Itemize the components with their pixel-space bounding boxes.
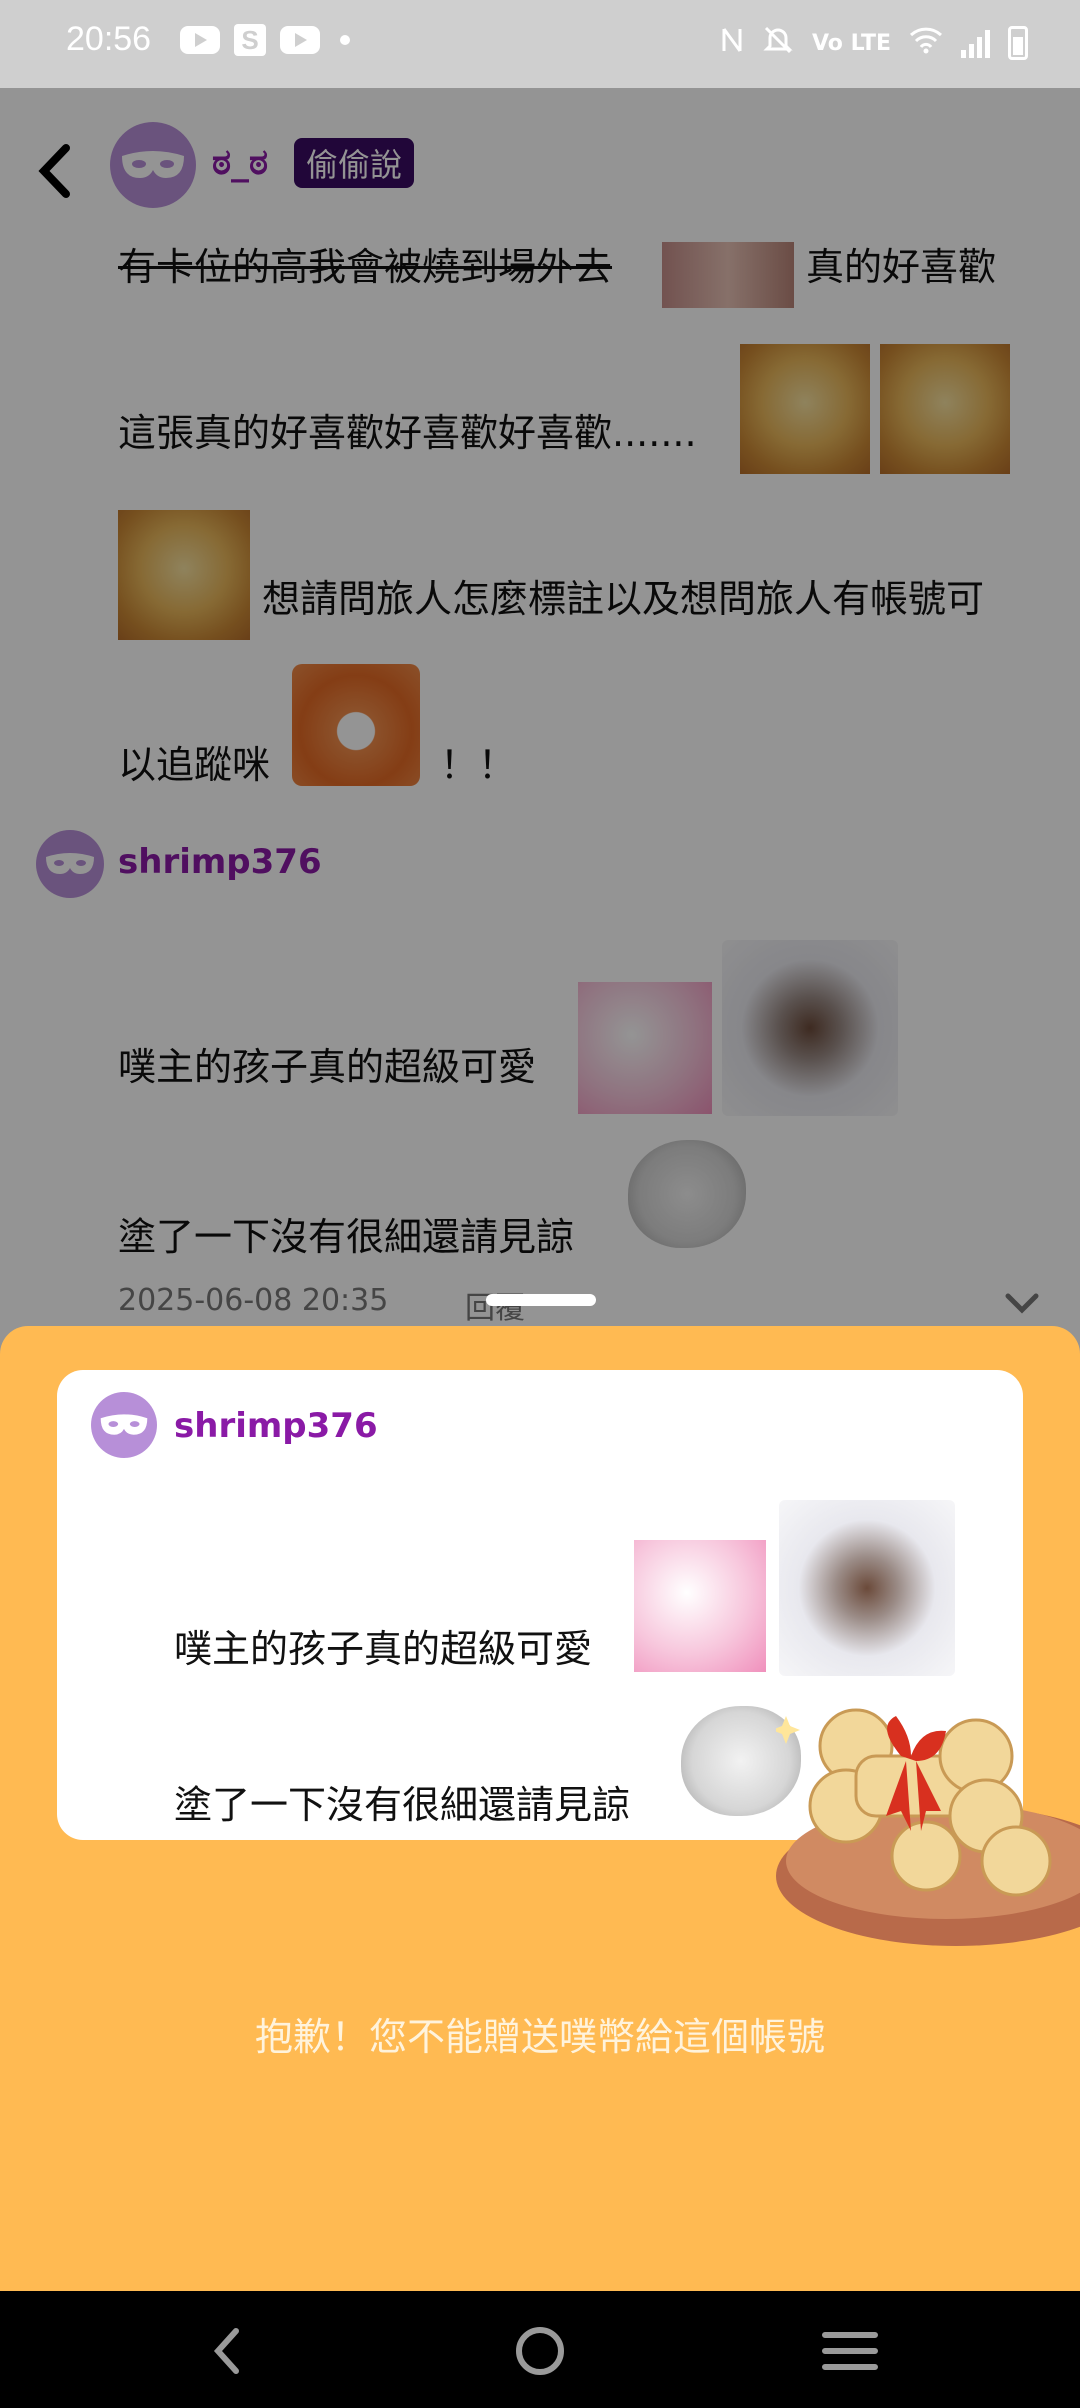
comment-timestamp: 2025-06-08 20:35 bbox=[118, 1283, 389, 1318]
home-icon[interactable] bbox=[490, 2311, 590, 2391]
back-arrow-icon[interactable] bbox=[30, 136, 80, 206]
quoted-line-1: 噗主的孩子真的超級可愛 bbox=[174, 1627, 593, 1671]
mask-icon bbox=[46, 853, 94, 874]
avatar[interactable] bbox=[110, 122, 196, 208]
post-line-3: 想請問旅人怎麼標註以及想問旅人有帳號可 bbox=[262, 577, 985, 621]
mask-icon bbox=[100, 1414, 148, 1435]
signal-icon bbox=[961, 28, 990, 58]
post-line-strikethrough: 有卡位的高我會被燒到場外去 bbox=[118, 245, 613, 289]
comment-avatar[interactable] bbox=[36, 830, 104, 898]
youtube-icon bbox=[280, 26, 320, 54]
comment-line-1: 噗主的孩子真的超級可愛 bbox=[118, 1045, 537, 1089]
post-line-4: 以追蹤咪 bbox=[118, 743, 271, 787]
comment-avatar bbox=[91, 1392, 157, 1458]
gift-sheet: shrimp376 噗主的孩子真的超級可愛 塗了一下沒有很細還請見諒 抱歉！您不… bbox=[0, 1326, 1080, 2291]
explosion-emoticon bbox=[880, 344, 1010, 474]
comment-line-2: 塗了一下沒有很細還請見諒 bbox=[118, 1215, 575, 1259]
gift-error-message: 抱歉！您不能贈送噗幣給這個帳號 bbox=[254, 2015, 825, 2059]
anime-drawing-image bbox=[722, 940, 898, 1116]
sheet-drag-handle[interactable] bbox=[486, 1294, 596, 1306]
emoticon-image bbox=[662, 242, 794, 308]
gray-sticker bbox=[628, 1140, 746, 1248]
status-bar: 20:56 S Vo LTE bbox=[0, 0, 1080, 88]
fox-sticker bbox=[292, 664, 420, 786]
bone-gift-illustration bbox=[776, 1708, 1080, 1946]
s-app-icon: S bbox=[234, 24, 266, 56]
back-icon[interactable] bbox=[178, 2311, 278, 2391]
chevron-down-icon[interactable] bbox=[1002, 1288, 1042, 1318]
mute-icon bbox=[762, 24, 794, 62]
menu-icon[interactable] bbox=[800, 2311, 900, 2391]
puppy-image bbox=[578, 982, 712, 1114]
system-nav-bar bbox=[0, 2291, 1080, 2408]
anonymous-badge: 偷偷說 bbox=[294, 138, 415, 188]
anime-drawing-image bbox=[779, 1500, 955, 1676]
comment-author[interactable]: shrimp376 bbox=[118, 842, 322, 882]
quoted-author: shrimp376 bbox=[174, 1406, 378, 1446]
post-author[interactable]: ಠ_ಠ bbox=[212, 142, 268, 184]
post-line-4-end: ！！ bbox=[440, 743, 517, 787]
puppy-image bbox=[634, 1540, 766, 1672]
battery-icon bbox=[1008, 26, 1028, 60]
quoted-line-2: 塗了一下沒有很細還請見諒 bbox=[174, 1783, 631, 1827]
explosion-emoticon bbox=[118, 510, 250, 640]
wifi-icon bbox=[909, 26, 943, 60]
post-line-1: 真的好喜歡 bbox=[806, 245, 997, 289]
volte-icon: Vo LTE bbox=[811, 30, 891, 56]
dot-icon bbox=[340, 35, 350, 45]
mask-icon bbox=[122, 151, 184, 178]
status-time: 20:56 bbox=[66, 20, 152, 58]
youtube-icon bbox=[180, 26, 220, 54]
post-line-2: 這張真的好喜歡好喜歡好喜歡....... bbox=[118, 411, 697, 455]
explosion-emoticon bbox=[740, 344, 870, 474]
nfc-icon bbox=[720, 25, 744, 61]
